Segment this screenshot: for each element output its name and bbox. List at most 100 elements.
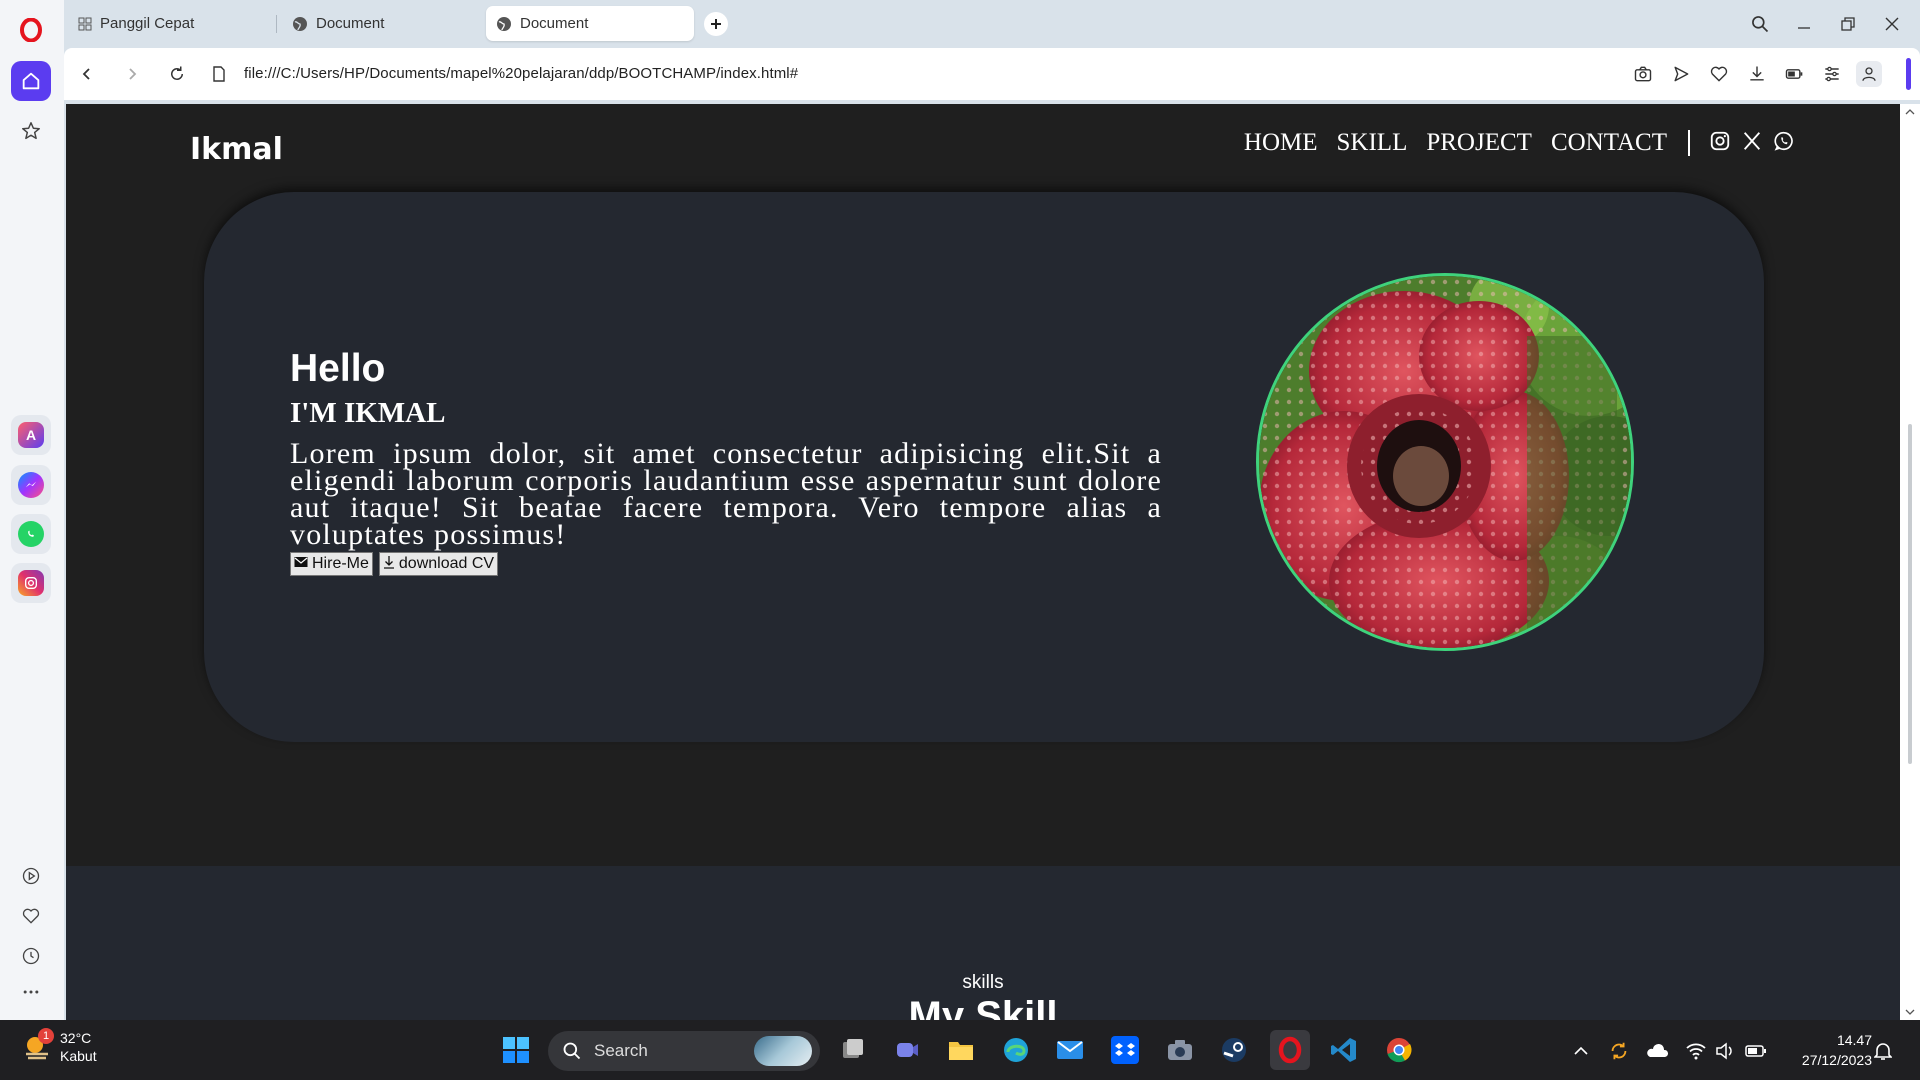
tab-bar: Panggil Cepat Document Document — [64, 0, 1920, 48]
taskbar-search[interactable]: Search — [548, 1031, 820, 1071]
taskbar-clock[interactable]: 14.47 27/12/2023 — [1802, 1030, 1872, 1070]
profile-icon[interactable] — [1856, 61, 1882, 87]
aria-icon[interactable]: A — [11, 415, 51, 455]
nav-skill-link[interactable]: SKILL — [1337, 129, 1408, 157]
address-bar: file:///C:/Users/HP/Documents/mapel%20pe… — [64, 48, 1920, 100]
file-icon — [206, 61, 232, 87]
globe-icon — [496, 16, 512, 32]
download-icon — [383, 555, 395, 574]
weather-desc: Kabut — [60, 1048, 97, 1064]
easy-setup-icon[interactable] — [1819, 61, 1845, 87]
task-view-icon[interactable] — [833, 1030, 873, 1070]
download-cv-button[interactable]: download CV — [378, 552, 499, 576]
back-icon[interactable] — [74, 61, 100, 87]
instagram-icon[interactable] — [1709, 130, 1731, 157]
scroll-down-icon[interactable] — [1905, 1008, 1915, 1016]
tab-panggil-cepat[interactable]: Panggil Cepat — [68, 6, 268, 41]
weather-widget[interactable]: 1 32°C Kabut — [22, 1028, 97, 1065]
opera-logo-icon[interactable] — [11, 10, 51, 50]
edge-icon[interactable] — [996, 1030, 1036, 1070]
camera-icon[interactable] — [1630, 61, 1656, 87]
opera-taskbar-icon[interactable] — [1270, 1030, 1310, 1070]
dropbox-icon[interactable] — [1105, 1030, 1145, 1070]
tab-label: Panggil Cepat — [100, 15, 195, 32]
whatsapp-icon[interactable] — [11, 514, 51, 554]
nav-divider — [1688, 130, 1690, 156]
restore-icon[interactable] — [1834, 10, 1862, 38]
sync-icon[interactable] — [1606, 1038, 1632, 1064]
hire-me-label: Hire-Me — [312, 555, 369, 572]
tab-label: Document — [316, 15, 385, 32]
messenger-icon[interactable] — [11, 465, 51, 505]
battery-icon[interactable] — [1743, 1038, 1769, 1064]
social-links — [1709, 130, 1795, 157]
bookmarks-star-icon[interactable] — [11, 111, 51, 151]
nav-contact-link[interactable]: CONTACT — [1551, 129, 1667, 157]
hero-text: Hello I'M IKMAL Lorem ipsum dolor, sit a… — [290, 345, 1162, 576]
sidebar-toggle[interactable] — [1906, 58, 1911, 90]
url-input[interactable]: file:///C:/Users/HP/Documents/mapel%20pe… — [244, 65, 798, 82]
more-icon[interactable] — [11, 972, 51, 1012]
home-icon[interactable] — [11, 61, 51, 101]
hire-me-button[interactable]: Hire-Me — [290, 552, 373, 576]
speed-dial-icon — [78, 17, 92, 31]
hero-name: I'M IKMAL — [290, 397, 446, 429]
nav-home-link[interactable]: HOME — [1244, 129, 1318, 157]
wifi-icon[interactable] — [1683, 1038, 1709, 1064]
steam-icon[interactable] — [1214, 1030, 1254, 1070]
tab-document[interactable]: Document — [282, 6, 482, 41]
rafflesia-flower-photo — [1256, 273, 1634, 651]
page-scrollbar[interactable] — [1900, 104, 1920, 1020]
skills-section: skills My Skill — [66, 866, 1900, 1020]
vscode-icon[interactable] — [1324, 1030, 1364, 1070]
battery-saver-icon[interactable] — [1781, 61, 1807, 87]
heart-icon[interactable] — [11, 896, 51, 936]
minimize-icon[interactable] — [1790, 10, 1818, 38]
tab-label: Document — [520, 15, 589, 32]
tab-document-active[interactable]: Document — [486, 6, 694, 41]
search-label: Search — [594, 1041, 648, 1060]
search-icon — [563, 1042, 581, 1060]
file-explorer-icon[interactable] — [941, 1030, 981, 1070]
windows-start-icon[interactable] — [496, 1030, 536, 1070]
mail-icon[interactable] — [1050, 1030, 1090, 1070]
close-icon[interactable] — [1878, 10, 1906, 38]
plus-icon[interactable] — [704, 12, 728, 36]
site-navbar: Ikmal HOME SKILL PROJECT CONTACT — [66, 104, 1900, 192]
instagram-icon[interactable] — [11, 563, 51, 603]
download-cv-label: download CV — [398, 555, 495, 572]
weather-temp: 32°C — [60, 1030, 92, 1046]
nav-project-link[interactable]: PROJECT — [1426, 129, 1532, 157]
reload-icon[interactable] — [164, 61, 190, 87]
globe-icon — [292, 16, 308, 32]
chrome-icon[interactable] — [1379, 1030, 1419, 1070]
heart-icon[interactable] — [1706, 61, 1732, 87]
hero-description: Lorem ipsum dolor, sit amet consectetur … — [290, 437, 1162, 551]
scroll-up-icon[interactable] — [1905, 108, 1915, 116]
windows-taskbar: 1 32°C Kabut Search 14.47 27/12/2023 — [0, 1020, 1920, 1080]
site-brand[interactable]: Ikmal — [190, 132, 283, 167]
onedrive-icon[interactable] — [1644, 1038, 1670, 1064]
hero-greeting: Hello — [290, 347, 386, 390]
chevron-up-icon[interactable] — [1568, 1038, 1594, 1064]
search-tabs-icon[interactable] — [1746, 10, 1774, 38]
volume-icon[interactable] — [1712, 1038, 1738, 1064]
tab-separator — [276, 15, 277, 33]
opera-sidebar: A — [0, 0, 64, 1020]
envelope-icon — [294, 555, 308, 573]
weather-badge: 1 — [38, 1028, 54, 1044]
nav-links: HOME SKILL PROJECT CONTACT — [1244, 129, 1795, 157]
send-icon[interactable] — [1668, 61, 1694, 87]
x-icon[interactable] — [1741, 130, 1763, 157]
player-icon[interactable] — [11, 856, 51, 896]
history-icon[interactable] — [11, 936, 51, 976]
notification-bell-icon[interactable] — [1870, 1038, 1896, 1064]
teams-chat-icon[interactable] — [887, 1030, 927, 1070]
weather-text: 32°C Kabut — [60, 1029, 97, 1065]
hero-buttons: Hire-Me download CV — [290, 552, 1162, 576]
scroll-thumb[interactable] — [1908, 424, 1912, 764]
camera-app-icon[interactable] — [1160, 1030, 1200, 1070]
download-icon[interactable] — [1744, 61, 1770, 87]
forward-icon[interactable] — [119, 61, 145, 87]
whatsapp-icon[interactable] — [1773, 130, 1795, 157]
